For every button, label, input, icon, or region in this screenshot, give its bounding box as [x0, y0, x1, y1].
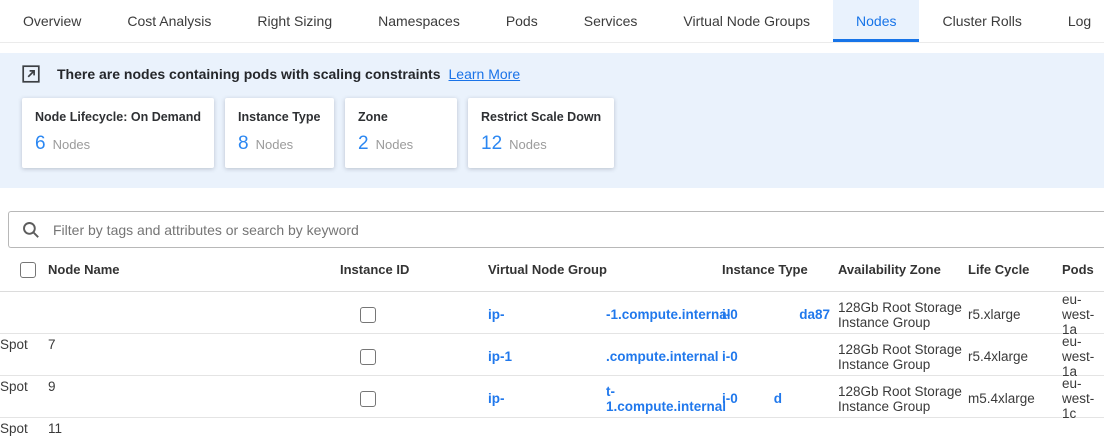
tab-nodes[interactable]: Nodes [833, 0, 919, 42]
col-header-node-name: Node Name [48, 262, 340, 277]
card-unit: Nodes [376, 137, 414, 152]
col-header-pods: Pods [1062, 262, 1104, 277]
constraint-banner: There are nodes containing pods with sca… [22, 65, 1082, 83]
availability-zone-cell: eu-west-1c [1062, 376, 1104, 421]
card-title: Node Lifecycle: On Demand [35, 110, 201, 124]
instance-id-link[interactable]: da87 [799, 307, 830, 322]
card-unit: Nodes [53, 137, 91, 152]
checkbox-cell [340, 349, 488, 365]
constraint-banner-message: There are nodes containing pods with sca… [57, 66, 441, 82]
node-name-link[interactable]: -1.compute.internal [606, 307, 731, 322]
tab-virtual-node-groups[interactable]: Virtual Node Groups [660, 0, 833, 42]
checkbox-cell [340, 391, 488, 407]
card-restrict-scale-down[interactable]: Restrict Scale Down 12 Nodes [468, 98, 614, 168]
card-count: 2 [358, 133, 369, 155]
node-name-link[interactable]: ip-1 [488, 349, 606, 364]
availability-zone-cell: eu-west-1a [1062, 334, 1104, 379]
tab-namespaces[interactable]: Namespaces [355, 0, 483, 42]
vng-cell: 128Gb Root Storage Instance Group [838, 300, 968, 330]
tab-services[interactable]: Services [561, 0, 661, 42]
node-name-link[interactable]: .compute.internal [606, 349, 719, 364]
life-cycle-cell: Spot [0, 421, 48, 436]
tab-cost-analysis[interactable]: Cost Analysis [104, 0, 234, 42]
scaling-constraint-icon [22, 65, 40, 83]
node-name-link[interactable]: t-1.compute.internal [606, 384, 726, 414]
pods-cell: 11 [48, 421, 340, 436]
life-cycle-cell: Spot [0, 379, 48, 394]
instance-type-cell: r5.xlarge [968, 307, 1062, 322]
instance-id-cell: i-0 da87 [722, 307, 838, 322]
col-header-life-cycle: Life Cycle [968, 262, 1062, 277]
card-count: 6 [35, 133, 46, 155]
node-name-link[interactable]: ip- [488, 307, 606, 322]
vng-cell: 128Gb Root Storage Instance Group [838, 384, 968, 414]
pods-cell: 7 [48, 337, 340, 352]
col-header-instance-type: Instance Type [722, 262, 838, 277]
col-header-instance-id: Instance ID [340, 262, 488, 277]
tab-pods[interactable]: Pods [483, 0, 561, 42]
node-name-cell: ip-t-1.compute.internal [488, 384, 722, 414]
scaling-constraints-panel: There are nodes containing pods with sca… [0, 53, 1104, 188]
instance-id-link[interactable]: i-0 [722, 349, 738, 364]
checkbox-cell [340, 307, 488, 323]
col-header-virtual-node-group: Virtual Node Group [488, 262, 722, 277]
constraint-summary-cards: Node Lifecycle: On Demand 6 Nodes Instan… [22, 98, 1082, 168]
card-title: Restrict Scale Down [481, 110, 601, 124]
row-checkbox[interactable] [360, 349, 376, 365]
card-title: Instance Type [238, 110, 321, 124]
select-all-checkbox[interactable] [20, 262, 36, 278]
table-header-row: Node Name Instance ID Virtual Node Group… [0, 248, 1104, 292]
card-unit: Nodes [256, 137, 294, 152]
card-node-lifecycle[interactable]: Node Lifecycle: On Demand 6 Nodes [22, 98, 214, 168]
life-cycle-cell: Spot [0, 337, 48, 352]
col-header-availability-zone: Availability Zone [838, 262, 968, 277]
filter-bar [8, 211, 1104, 248]
card-title: Zone [358, 110, 444, 124]
pods-cell: 9 [48, 379, 340, 394]
tab-overview[interactable]: Overview [0, 0, 104, 42]
nodes-table: Node Name Instance ID Virtual Node Group… [0, 248, 1104, 418]
availability-zone-cell: eu-west-1a [1062, 292, 1104, 337]
filter-input[interactable] [51, 221, 1104, 239]
card-unit: Nodes [509, 137, 547, 152]
node-name-cell: ip-1.compute.internal [488, 349, 722, 364]
row-checkbox[interactable] [360, 307, 376, 323]
search-icon [22, 221, 40, 239]
card-count: 12 [481, 133, 502, 155]
tab-log[interactable]: Log [1045, 0, 1104, 42]
learn-more-link[interactable]: Learn More [449, 66, 521, 82]
row-checkbox[interactable] [360, 391, 376, 407]
card-count: 8 [238, 133, 249, 155]
instance-type-cell: r5.4xlarge [968, 349, 1062, 364]
tab-right-sizing[interactable]: Right Sizing [234, 0, 355, 42]
vng-cell: 128Gb Root Storage Instance Group [838, 342, 968, 372]
node-name-cell: ip--1.compute.internal [488, 307, 722, 322]
card-instance-type[interactable]: Instance Type 8 Nodes [225, 98, 334, 168]
card-zone[interactable]: Zone 2 Nodes [345, 98, 457, 168]
table-body: ip--1.compute.internali-0da87128Gb Root … [0, 292, 1104, 418]
instance-id-cell: i-0 [722, 349, 838, 364]
table-row: ip--1.compute.internali-0 da87 128Gb Root … [0, 292, 1104, 334]
tab-cluster-rolls[interactable]: Cluster Rolls [919, 0, 1044, 42]
tab-bar: OverviewCost AnalysisRight SizingNamespa… [0, 0, 1104, 43]
instance-id-link[interactable]: i-0 [722, 307, 738, 322]
